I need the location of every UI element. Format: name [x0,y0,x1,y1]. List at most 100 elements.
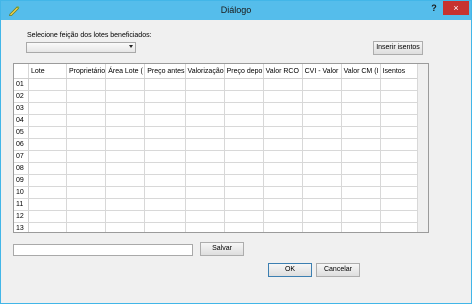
table-cell[interactable] [105,114,146,127]
table-cell[interactable] [302,138,342,151]
row-header[interactable]: 12 [14,210,29,223]
table-cell[interactable] [263,222,303,232]
table-cell[interactable] [380,186,420,199]
table-cell[interactable] [66,126,107,139]
insert-exempt-button[interactable]: Inserir isentos [373,41,423,55]
table-row[interactable]: 03 [14,102,420,115]
table-row[interactable]: 12 [14,210,420,223]
table-cell[interactable] [380,126,420,139]
table-cell[interactable] [263,102,303,115]
table-row[interactable]: 01 [14,78,420,91]
table-cell[interactable] [341,150,381,163]
table-cell[interactable] [302,126,342,139]
corner-cell[interactable] [14,64,29,79]
table-row[interactable]: 09 [14,174,420,187]
table-cell[interactable] [302,210,342,223]
table-cell[interactable] [302,78,342,91]
table-cell[interactable] [302,114,342,127]
table-cell[interactable] [185,78,225,91]
table-cell[interactable] [263,198,303,211]
row-header[interactable]: 07 [14,150,29,163]
table-cell[interactable] [224,102,264,115]
table-cell[interactable] [380,114,420,127]
table-cell[interactable] [144,126,186,139]
table-cell[interactable] [105,198,146,211]
table-cell[interactable] [144,114,186,127]
column-header[interactable]: Proprietário [66,64,107,79]
row-header[interactable]: 10 [14,186,29,199]
table-cell[interactable] [66,186,107,199]
table-cell[interactable] [105,174,146,187]
table-cell[interactable] [263,210,303,223]
row-header[interactable]: 03 [14,102,29,115]
layer-combobox[interactable] [26,42,136,53]
table-cell[interactable] [144,150,186,163]
row-header[interactable]: 11 [14,198,29,211]
table-cell[interactable] [105,222,146,232]
table-cell[interactable] [302,150,342,163]
table-cell[interactable] [105,138,146,151]
table-cell[interactable] [224,174,264,187]
table-cell[interactable] [302,222,342,232]
column-header[interactable]: Preço depo [224,64,264,79]
table-cell[interactable] [185,114,225,127]
table-cell[interactable] [224,198,264,211]
table-cell[interactable] [341,114,381,127]
table-cell[interactable] [66,102,107,115]
table-cell[interactable] [302,102,342,115]
table-cell[interactable] [105,90,146,103]
table-cell[interactable] [224,138,264,151]
title-bar[interactable]: Diálogo ? × [1,1,471,20]
table-cell[interactable] [263,186,303,199]
table-cell[interactable] [105,162,146,175]
table-cell[interactable] [380,210,420,223]
table-cell[interactable] [28,90,67,103]
table-cell[interactable] [185,90,225,103]
row-header[interactable]: 08 [14,162,29,175]
table-row[interactable]: 11 [14,198,420,211]
close-button[interactable]: × [443,1,469,15]
table-cell[interactable] [185,138,225,151]
table-cell[interactable] [105,210,146,223]
table-cell[interactable] [66,222,107,232]
table-cell[interactable] [144,138,186,151]
table-cell[interactable] [380,150,420,163]
table-cell[interactable] [28,138,67,151]
table-cell[interactable] [263,174,303,187]
table-row[interactable]: 10 [14,186,420,199]
table-cell[interactable] [28,102,67,115]
table-cell[interactable] [224,90,264,103]
lots-table[interactable]: Lote Proprietário Área Lote (Preço antes Va… [13,63,429,233]
table-cell[interactable] [185,222,225,232]
table-cell[interactable] [28,174,67,187]
dropdown-arrow-icon[interactable] [129,45,133,48]
table-cell[interactable] [185,126,225,139]
table-cell[interactable] [380,78,420,91]
table-cell[interactable] [341,78,381,91]
table-cell[interactable] [144,174,186,187]
table-cell[interactable] [341,186,381,199]
table-cell[interactable] [302,162,342,175]
table-cell[interactable] [105,78,146,91]
table-cell[interactable] [185,150,225,163]
table-cell[interactable] [224,222,264,232]
table-cell[interactable] [185,174,225,187]
column-header[interactable]: Área Lote ( [105,64,146,79]
table-row[interactable]: 02 [14,90,420,103]
table-cell[interactable] [144,186,186,199]
table-cell[interactable] [263,114,303,127]
table-cell[interactable] [28,78,67,91]
cancel-button[interactable]: Cancelar [316,263,360,277]
table-cell[interactable] [224,210,264,223]
table-cell[interactable] [144,162,186,175]
table-cell[interactable] [144,198,186,211]
table-cell[interactable] [144,90,186,103]
row-header[interactable]: 13 [14,222,29,232]
table-cell[interactable] [66,162,107,175]
table-cell[interactable] [380,102,420,115]
table-cell[interactable] [66,210,107,223]
table-cell[interactable] [28,162,67,175]
table-cell[interactable] [341,102,381,115]
table-cell[interactable] [224,114,264,127]
table-cell[interactable] [263,162,303,175]
